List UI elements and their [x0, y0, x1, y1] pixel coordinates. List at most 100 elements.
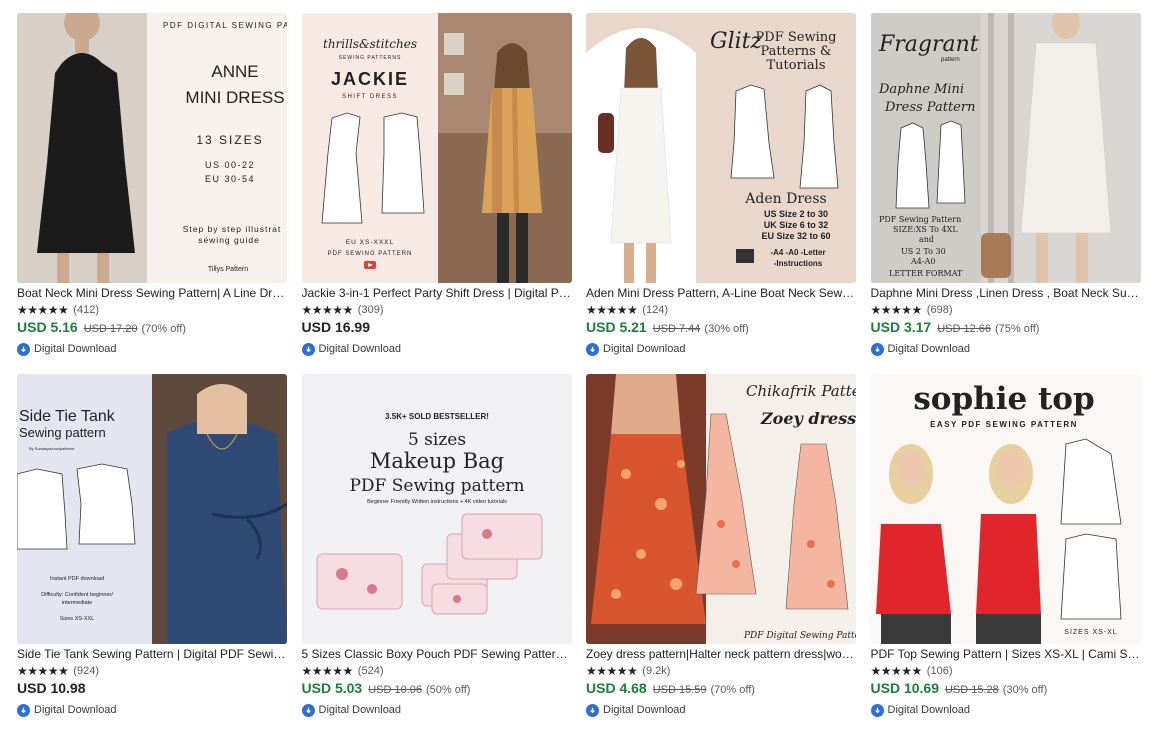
product-image[interactable]: Glitz PDF Sewing Patterns & Tutorials Ad…: [586, 13, 856, 283]
digital-download-label: Digital Download: [34, 343, 117, 355]
star-rating-icon: ★★★★★: [870, 303, 923, 317]
svg-text:UK Size 6 to 32: UK Size 6 to 32: [764, 220, 829, 230]
discount-label: (70% off): [141, 323, 186, 335]
price: USD 16.99: [301, 319, 370, 335]
svg-text:sophie top: sophie top: [913, 381, 1094, 417]
digital-download-badge: Digital Download: [17, 702, 287, 718]
product-card[interactable]: Side Tie Tank Sewing pattern By Sundaysc…: [17, 374, 287, 735]
svg-text:PDF Sewing: PDF Sewing: [756, 30, 837, 45]
price: USD 10.98: [17, 680, 86, 696]
digital-download-label: Digital Download: [318, 343, 402, 355]
product-image[interactable]: thrills&stitches SEWING PATTERNS JACKIE …: [301, 13, 572, 283]
svg-text:Patterns &: Patterns &: [760, 44, 831, 59]
product-title[interactable]: Jackie 3-in-1 Perfect Party Shift Dress …: [302, 286, 572, 301]
discount-label: (50% off): [426, 684, 471, 696]
product-image[interactable]: sophie top EASY PDF SEWING PATTERN SIZES…: [870, 374, 1141, 644]
product-card[interactable]: sophie top EASY PDF SEWING PATTERN SIZES…: [870, 374, 1141, 735]
discount-label: (30% off): [1002, 684, 1048, 696]
product-card[interactable]: Chikafrik Pattern Zoey dress PDF Digital…: [586, 374, 856, 735]
review-count: (924): [73, 665, 99, 677]
star-rating-icon: ★★★★★: [17, 303, 69, 317]
svg-text:Tutorials: Tutorials: [766, 58, 825, 73]
sale-price: USD 5.16: [17, 319, 78, 335]
svg-text:pattern: pattern: [941, 57, 960, 63]
product-card[interactable]: thrills&stitches SEWING PATTERNS JACKIE …: [301, 13, 572, 374]
original-price: USD 15.59: [652, 684, 707, 696]
product-card[interactable]: PDF DIGITAL SEWING PAT ANNE MINI DRESS 1…: [17, 13, 287, 374]
svg-text:5 sizes: 5 sizes: [407, 430, 465, 450]
svg-text:US 00-22: US 00-22: [205, 160, 255, 170]
product-title[interactable]: Side Tie Tank Sewing Pattern | Digital P…: [17, 647, 287, 662]
product-card[interactable]: Fragrant pattern Daphne Mini Dress Patte…: [870, 13, 1141, 374]
digital-download-label: Digital Download: [603, 343, 686, 355]
sale-price: USD 5.03: [301, 680, 363, 696]
svg-text:Side Tie Tank: Side Tie Tank: [19, 408, 116, 425]
digital-download-label: Digital Download: [887, 343, 971, 355]
original-price: USD 10.06: [368, 684, 423, 696]
svg-text:SIZES XS-XL: SIZES XS-XL: [1064, 629, 1117, 636]
product-image[interactable]: Side Tie Tank Sewing pattern By Sundaysc…: [17, 374, 287, 644]
digital-download-badge: Digital Download: [301, 341, 572, 357]
star-rating-icon: ★★★★★: [301, 664, 354, 678]
rating: ★★★★★ (309): [302, 302, 572, 318]
product-image[interactable]: PDF DIGITAL SEWING PAT ANNE MINI DRESS 1…: [17, 13, 287, 283]
cloud-download-icon: [586, 342, 599, 356]
product-title[interactable]: Zoey dress pattern|Halter neck pattern d…: [586, 647, 856, 662]
product-card[interactable]: Glitz PDF Sewing Patterns & Tutorials Ad…: [586, 13, 856, 374]
review-count: (9.2k): [642, 665, 671, 677]
original-price: USD 7.44: [652, 323, 701, 335]
review-count: (106): [926, 665, 953, 677]
rating: ★★★★★ (124): [586, 302, 856, 318]
product-title[interactable]: Aden Mini Dress Pattern, A-Line Boat Nec…: [586, 286, 856, 301]
original-price: USD 12.66: [937, 323, 992, 335]
svg-text:Makeup Bag: Makeup Bag: [369, 449, 503, 473]
product-title[interactable]: 5 Sizes Classic Boxy Pouch PDF Sewing Pa…: [302, 647, 572, 662]
svg-text:Sewing pattern: Sewing pattern: [19, 425, 106, 440]
svg-text:Daphne Mini: Daphne Mini: [878, 82, 964, 97]
product-title[interactable]: PDF Top Sewing Pattern | Sizes XS-XL | C…: [871, 647, 1141, 662]
product-image[interactable]: Chikafrik Pattern Zoey dress PDF Digital…: [586, 374, 856, 644]
product-card[interactable]: 3.5K+ SOLD BESTSELLER! 5 sizes Makeup Ba…: [301, 374, 572, 735]
svg-text:SEWING PATTERNS: SEWING PATTERNS: [338, 55, 401, 61]
sale-price: USD 3.17: [870, 319, 932, 335]
svg-text:Dress Pattern: Dress Pattern: [884, 100, 975, 115]
star-rating-icon: ★★★★★: [17, 664, 69, 678]
digital-download-label: Digital Download: [34, 704, 117, 716]
svg-text:PDF DIGITAL SEWING PAT: PDF DIGITAL SEWING PAT: [163, 21, 287, 30]
star-rating-icon: ★★★★★: [870, 664, 923, 678]
svg-text:PDF SEWING PATTERN: PDF SEWING PATTERN: [327, 251, 412, 257]
star-rating-icon: ★★★★★: [586, 303, 638, 317]
svg-text:Beginner Friendly Written inst: Beginner Friendly Written instructions +…: [367, 499, 507, 505]
review-count: (412): [73, 304, 99, 316]
cloud-download-icon: [870, 342, 884, 356]
svg-text:13 SIZES: 13 SIZES: [196, 133, 263, 147]
svg-text:PDF Sewing Pattern: PDF Sewing Pattern: [879, 215, 961, 224]
star-rating-icon: ★★★★★: [301, 303, 354, 317]
svg-text:Sizes XS-XXL: Sizes XS-XXL: [60, 616, 95, 622]
discount-label: (75% off): [995, 323, 1040, 335]
price-row: USD 5.16 USD 17.20 (70% off): [17, 319, 287, 339]
cloud-download-icon: [17, 342, 30, 356]
rating: ★★★★★ (924): [17, 663, 287, 679]
digital-download-badge: Digital Download: [586, 341, 856, 357]
product-image[interactable]: 3.5K+ SOLD BESTSELLER! 5 sizes Makeup Ba…: [301, 374, 572, 644]
digital-download-badge: Digital Download: [870, 702, 1141, 718]
svg-text:Step by step illustrat: Step by step illustrat: [183, 224, 282, 234]
cloud-download-icon: [301, 703, 315, 717]
svg-text:Instant PDF download: Instant PDF download: [50, 576, 104, 582]
svg-text:EU XS-XXXL: EU XS-XXXL: [345, 239, 393, 246]
product-title[interactable]: Boat Neck Mini Dress Sewing Pattern| A L…: [17, 286, 287, 301]
cloud-download-icon: [301, 342, 315, 356]
svg-text:SIZE:XS To 4XL: SIZE:XS To 4XL: [893, 225, 958, 234]
product-title[interactable]: Daphne Mini Dress ,Linen Dress , Boat Ne…: [871, 286, 1141, 301]
rating: ★★★★★ (524): [302, 663, 572, 679]
svg-text:Fragrant: Fragrant: [878, 32, 979, 57]
svg-text:EU Size 32 to 60: EU Size 32 to 60: [761, 231, 830, 241]
svg-text:A4-A0: A4-A0: [910, 257, 935, 266]
svg-text:sewing guide: sewing guide: [198, 235, 260, 245]
digital-download-badge: Digital Download: [301, 702, 572, 718]
digital-download-badge: Digital Download: [870, 341, 1141, 357]
cloud-download-icon: [870, 703, 884, 717]
svg-text:SHIFT DRESS: SHIFT DRESS: [341, 94, 397, 100]
product-image[interactable]: Fragrant pattern Daphne Mini Dress Patte…: [870, 13, 1141, 283]
